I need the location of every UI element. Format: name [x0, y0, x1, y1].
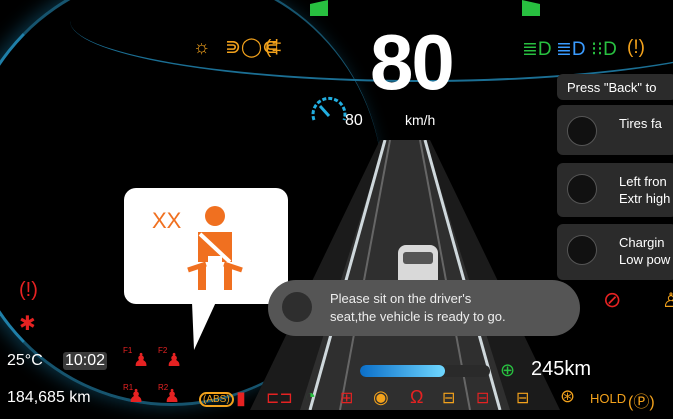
tire-icon	[567, 116, 597, 146]
seated-person-icon	[282, 292, 312, 322]
odometer: 184,685 km	[7, 389, 91, 406]
notification-left-front-line1: Left fron	[619, 174, 667, 189]
battery-bar	[360, 365, 490, 377]
airbag-icon: ✱	[19, 313, 36, 335]
person-warning-icon: ♙	[662, 290, 673, 312]
temperature: 25°C	[7, 352, 43, 369]
clock-time: 10:02	[63, 352, 108, 370]
parking-brake-icon: (Ⓟ)	[628, 394, 655, 411]
notification-charging[interactable]: Chargin Low pow	[557, 224, 673, 280]
speed-limit-value: 80	[345, 112, 363, 129]
charging-plug-icon: ⊕	[500, 360, 516, 380]
phone-charging-icon	[567, 235, 597, 265]
battery-warning-icon: ⊞	[340, 390, 354, 407]
popup-pointer	[192, 302, 216, 350]
seat-f2-icon: ♟	[166, 350, 183, 370]
steering-warning-icon: ⊘	[603, 287, 622, 312]
battery-bar-fill	[360, 365, 445, 377]
door-open-icon: ▮	[236, 388, 246, 408]
tire-pressure-icon	[567, 174, 597, 204]
speed-unit: km/h	[405, 112, 436, 128]
notification-charging-line1: Chargin	[619, 235, 665, 250]
battery-heat-icon: ⊟	[442, 390, 456, 407]
instrument-cluster: { "speed": {"value": "80", "unit": "km/h…	[0, 0, 673, 419]
popup-code: XX	[152, 208, 182, 233]
eps-icon: Ω	[410, 387, 424, 407]
battery-fault-icon: ⊟	[476, 390, 490, 407]
low-beam-icon: ≣D	[522, 39, 552, 60]
notification-hint[interactable]: Press "Back" to	[557, 74, 673, 100]
notification-tires-text: Tires fa	[619, 116, 662, 131]
turn-right-icon	[522, 0, 540, 16]
message-line2: seat,the vehicle is ready to go.	[330, 309, 506, 324]
front-fog-icon: ⁝⁝D	[591, 39, 617, 60]
driver-seat-message: Please sit on the driver's seat,the vehic…	[268, 280, 580, 336]
seat-f1-icon: ♟	[133, 350, 150, 370]
notification-left-front-line2: Extr high	[619, 191, 671, 206]
hold-icon: HOLD	[590, 391, 627, 406]
speed-value: 80	[370, 18, 455, 106]
seat-label-f1: F1	[123, 346, 133, 355]
notification-tires[interactable]: Tires fa	[557, 105, 673, 155]
warning-triangle-icon: (!)	[627, 37, 645, 58]
range-value: 245km	[531, 358, 592, 380]
abs-icon: (ABS)	[199, 392, 234, 407]
car-crash-icon: ⊏⊐	[266, 390, 293, 407]
notification-charging-line2: Low pow	[619, 252, 671, 267]
steering-wheel-icon: ⊛	[560, 386, 576, 406]
rear-fog-icon: (‡	[265, 37, 282, 58]
seatbelt-popup: XX	[124, 188, 288, 304]
high-beam-icon: ≣D	[556, 39, 586, 60]
glow-plug-icon: ☼	[193, 37, 211, 58]
notification-hint-text: Press "Back" to	[567, 80, 657, 95]
seatbelt-icon	[187, 206, 243, 290]
seat-r2-icon: ♟	[164, 386, 181, 406]
turn-left-icon	[310, 0, 328, 16]
motor-icon: ◉	[373, 387, 389, 407]
battery-low-icon: ⊟	[516, 390, 530, 407]
message-line1: Please sit on the driver's	[330, 291, 472, 306]
speed-limit-gauge-icon	[311, 97, 347, 121]
seat-r1-icon: ♟	[128, 386, 145, 406]
notification-left-front[interactable]: Left fron Extr high	[557, 163, 673, 217]
brake-warning-icon: (!)	[19, 279, 38, 301]
power-ready-icon: ◔	[305, 386, 316, 406]
